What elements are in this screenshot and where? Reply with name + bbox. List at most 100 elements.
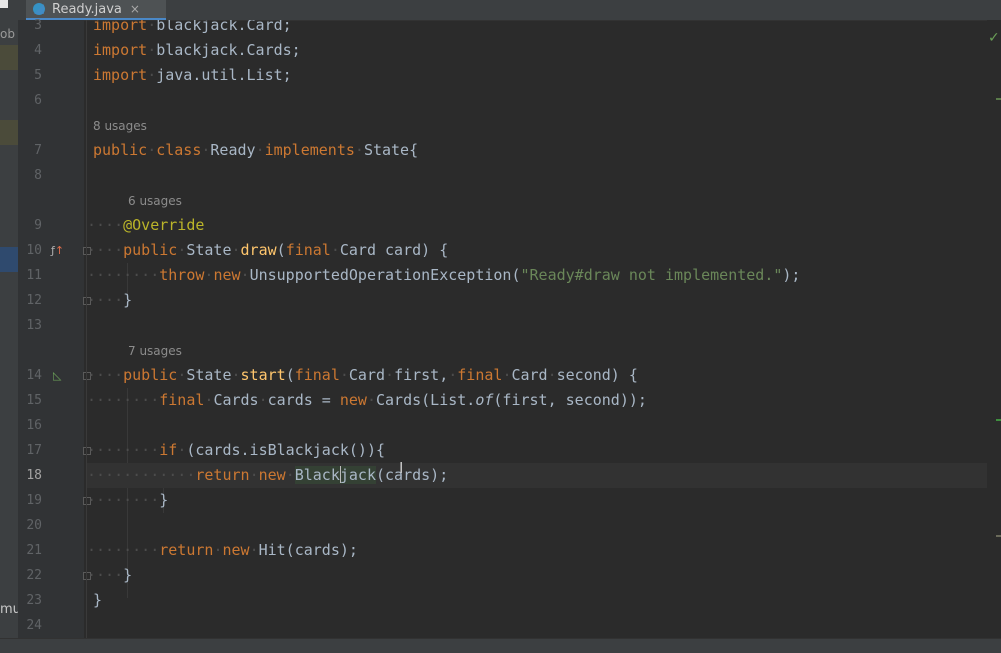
code-token: jack bbox=[339, 466, 376, 484]
keyword: import bbox=[93, 66, 148, 84]
gutter-row: 17 bbox=[18, 438, 84, 463]
code-line: ········final·Cards·cards = new·Cards(Li… bbox=[87, 391, 647, 409]
keyword: public bbox=[123, 241, 178, 259]
line-number: 20 bbox=[26, 518, 42, 533]
line-number: 5 bbox=[34, 68, 42, 83]
gutter-row: 4 bbox=[18, 38, 84, 63]
gutter-row: 18 bbox=[18, 463, 84, 488]
stripe-mark[interactable] bbox=[996, 419, 1001, 421]
code-token: } bbox=[93, 591, 103, 609]
line-number: 19 bbox=[26, 493, 42, 508]
gutter-row: 22 bbox=[18, 563, 84, 588]
gutter-row: 21 bbox=[18, 538, 84, 563]
gutter-row: 7 bbox=[18, 138, 84, 163]
usages-hint[interactable]: 6 usages bbox=[128, 189, 182, 214]
analysis-ok-check-icon[interactable]: ✓ bbox=[988, 30, 1000, 46]
implements-method-icon[interactable]: ƒ↑ bbox=[51, 244, 64, 257]
keyword: new bbox=[222, 541, 250, 559]
code-token: } bbox=[123, 566, 133, 584]
line-number: 21 bbox=[26, 543, 42, 558]
code-token: State bbox=[186, 366, 232, 384]
code-token: } bbox=[159, 491, 169, 509]
gutter-row: 14 bbox=[18, 363, 84, 388]
usages-hint[interactable]: 8 usages bbox=[93, 114, 147, 139]
line-number: 15 bbox=[26, 393, 42, 408]
keyword: final bbox=[294, 366, 340, 384]
line-number: 14 bbox=[26, 368, 42, 383]
code-line: import·blackjack.Card; bbox=[87, 20, 987, 38]
code-token: first, bbox=[394, 366, 449, 384]
run-gutter-icon[interactable]: ◺ bbox=[53, 369, 61, 382]
line-number: 9 bbox=[34, 218, 42, 233]
method-name: draw bbox=[240, 241, 277, 259]
code-token: cards = bbox=[267, 391, 340, 409]
gutter-row: 16 bbox=[18, 413, 84, 438]
mouse-ibeam-cursor: I bbox=[399, 459, 404, 477]
method-name: start bbox=[240, 366, 286, 384]
line-number: 11 bbox=[26, 268, 42, 283]
code-line: ····public·State·draw(final·Card card) { bbox=[87, 241, 449, 259]
code-token: Cards bbox=[213, 391, 259, 409]
keyword: new bbox=[213, 266, 241, 284]
code-line: ····@Override bbox=[87, 216, 205, 234]
code-line: ····public·State·start(final·Card·first,… bbox=[87, 366, 638, 384]
keyword: if bbox=[159, 441, 178, 459]
code-token: Card bbox=[348, 366, 386, 384]
keyword: new bbox=[339, 391, 367, 409]
line-number: 24 bbox=[26, 618, 42, 633]
line-number-current: 18 bbox=[26, 468, 42, 483]
line-number: 3 bbox=[34, 18, 42, 33]
keyword: final bbox=[285, 241, 331, 259]
annotation: @Override bbox=[123, 216, 205, 234]
code-token: Hit(cards); bbox=[258, 541, 358, 559]
code-token: (first, second)); bbox=[493, 391, 647, 409]
code-line: ········return·new·Hit(cards); bbox=[87, 541, 358, 559]
project-tree-fragment: ob bbox=[0, 27, 15, 41]
keyword: final bbox=[159, 391, 205, 409]
gutter-row: 11 bbox=[18, 263, 84, 288]
code-token: second) { bbox=[556, 366, 638, 384]
static-method: of bbox=[475, 391, 494, 409]
code-editor[interactable]: import·blackjack.Card; import·blackjack.… bbox=[87, 20, 987, 638]
line-number: 4 bbox=[34, 43, 42, 58]
code-token: UnsupportedOperationException( bbox=[249, 266, 521, 284]
keyword: implements bbox=[264, 141, 355, 159]
code-token: State bbox=[186, 241, 232, 259]
gutter-row: 19 bbox=[18, 488, 84, 513]
stripe-mark[interactable] bbox=[996, 535, 1001, 537]
keyword: final bbox=[457, 366, 503, 384]
code-token: State{ bbox=[363, 141, 419, 159]
keyword: throw bbox=[159, 266, 205, 284]
code-line: } bbox=[87, 588, 987, 613]
strip-highlight bbox=[0, 45, 18, 70]
code-line-current: ············return·new·Blackjack(cards); bbox=[87, 463, 987, 488]
line-number: 6 bbox=[34, 93, 42, 108]
stripe-mark[interactable] bbox=[996, 98, 1001, 100]
editor-tab-bar: Ready.java × bbox=[18, 0, 1001, 21]
gutter-row: 23 bbox=[18, 588, 84, 613]
line-number: 7 bbox=[34, 143, 42, 158]
gutter-row: 24 bbox=[18, 613, 84, 638]
code-line: public·class·Ready·implements·State{ bbox=[93, 141, 419, 159]
gutter-row: 9 bbox=[18, 213, 84, 238]
line-number: 8 bbox=[34, 168, 42, 183]
string-literal: "Ready#draw not implemented." bbox=[520, 266, 783, 284]
keyword: new bbox=[258, 466, 286, 484]
strip-marker bbox=[0, 0, 8, 8]
keyword: import bbox=[93, 20, 148, 34]
close-icon[interactable]: × bbox=[130, 2, 140, 16]
code-line: ········} bbox=[87, 491, 169, 509]
gutter-row: 8 bbox=[18, 163, 84, 188]
keyword: return bbox=[159, 541, 214, 559]
code-line: ········throw·new·UnsupportedOperationEx… bbox=[87, 266, 801, 284]
code-line: ····} bbox=[87, 566, 133, 584]
line-number: 10 bbox=[26, 243, 42, 258]
line-number: 17 bbox=[26, 443, 42, 458]
usages-hint[interactable]: 7 usages bbox=[128, 339, 182, 364]
code-token: Black bbox=[294, 466, 340, 484]
keyword: class bbox=[156, 141, 202, 159]
error-stripe[interactable] bbox=[987, 20, 1001, 638]
keyword: import bbox=[93, 41, 148, 59]
gutter-row: 15 bbox=[18, 388, 84, 413]
gutter-row: 20 bbox=[18, 513, 84, 538]
